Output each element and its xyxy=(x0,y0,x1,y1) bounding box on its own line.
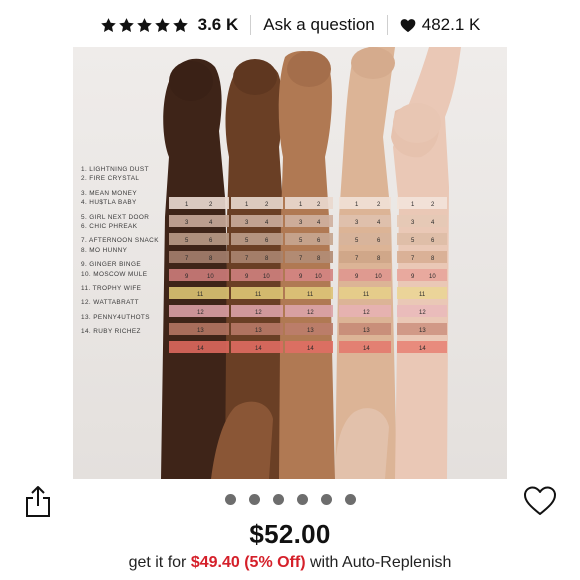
svg-text:12: 12 xyxy=(307,310,314,316)
star-icon xyxy=(118,17,134,32)
svg-text:13: 13 xyxy=(419,328,426,334)
svg-text:11: 11 xyxy=(255,292,262,298)
svg-text:11: 11 xyxy=(307,292,314,298)
shade-name: 2. FIRE CRYSTAL xyxy=(81,175,140,183)
shade-name: 3. MEAN MONEY xyxy=(81,189,137,197)
pagination-dot[interactable] xyxy=(344,494,356,505)
sale-price: $49.40 (5% Off) xyxy=(190,554,306,571)
svg-text:12: 12 xyxy=(419,310,426,316)
star-icon xyxy=(154,17,170,32)
shade-name: 8. MO HUNNY xyxy=(81,246,128,254)
svg-text:14: 14 xyxy=(307,346,314,352)
offer-suffix: with Auto-Replenish xyxy=(310,554,452,571)
svg-text:14: 14 xyxy=(255,346,262,352)
svg-text:12: 12 xyxy=(197,310,204,316)
svg-text:11: 11 xyxy=(197,292,204,298)
star-icon xyxy=(136,17,152,32)
ask-question-link[interactable]: Ask a question xyxy=(263,15,375,35)
auto-replenish-offer[interactable]: get it for $49.40 (5% Off) with Auto-Rep… xyxy=(0,554,580,572)
svg-text:14: 14 xyxy=(363,346,370,352)
shade-name: 5. GIRL NEXT DOOR xyxy=(81,213,150,221)
shade-name: 9. GINGER BINGE xyxy=(81,261,141,269)
shade-name: 4. HU$TLA BABY xyxy=(81,199,137,207)
pagination-dot[interactable] xyxy=(224,494,236,505)
product-image[interactable]: 12 12 12 12 12 34 34 34 34 34 56 56 56 5… xyxy=(73,47,507,479)
svg-text:12: 12 xyxy=(255,310,262,316)
svg-text:10: 10 xyxy=(315,274,322,280)
shade-legend: 1. LIGHTNING DUST 2. FIRE CRYSTAL 3. MEA… xyxy=(81,165,171,337)
svg-text:11: 11 xyxy=(363,292,370,298)
shade-name: 13. PENNY4UTHOTS xyxy=(81,313,150,321)
svg-text:10: 10 xyxy=(263,274,270,280)
offer-prefix: get it for xyxy=(128,554,187,571)
shade-name: 14. RUBY RICHEZ xyxy=(81,328,141,336)
svg-text:13: 13 xyxy=(255,328,262,334)
pagination-dot[interactable] xyxy=(320,494,332,505)
svg-text:10: 10 xyxy=(429,274,436,280)
image-pagination[interactable] xyxy=(0,494,580,505)
svg-text:13: 13 xyxy=(307,328,314,334)
svg-text:10: 10 xyxy=(375,274,382,280)
shade-name: 1. LIGHTNING DUST xyxy=(81,166,149,173)
shade-name: 6. CHIC PHREAK xyxy=(81,223,138,231)
pagination-dot[interactable] xyxy=(272,494,284,505)
svg-text:13: 13 xyxy=(197,328,204,334)
shade-name: 10. MOSCOW MULE xyxy=(81,270,148,278)
svg-text:10: 10 xyxy=(207,274,214,280)
svg-text:11: 11 xyxy=(419,292,426,298)
product-price: $52.00 xyxy=(249,519,331,549)
star-icon xyxy=(100,17,116,32)
divider xyxy=(386,15,388,35)
loves-count: 482.1 K xyxy=(421,15,481,34)
pagination-dot[interactable] xyxy=(296,494,308,505)
star-icon xyxy=(172,17,188,32)
shade-name: 11. TROPHY WIFE xyxy=(81,285,142,293)
review-count[interactable]: 3.6 K xyxy=(198,15,239,35)
shade-name: 7. AFTERNOON SNACK xyxy=(81,237,159,245)
heart-filled-icon xyxy=(400,18,416,32)
svg-text:13: 13 xyxy=(363,328,370,334)
star-rating[interactable]: 3.6 K xyxy=(100,15,239,35)
product-stats-bar: 3.6 K Ask a question 482.1 K xyxy=(0,10,580,40)
divider xyxy=(250,15,252,35)
svg-text:12: 12 xyxy=(363,310,370,316)
pagination-dot[interactable] xyxy=(248,494,260,505)
heart-outline-icon[interactable] xyxy=(523,486,557,516)
shade-name: 12. WATTABRATT xyxy=(81,299,139,307)
svg-text:14: 14 xyxy=(197,346,204,352)
svg-text:14: 14 xyxy=(419,346,426,352)
